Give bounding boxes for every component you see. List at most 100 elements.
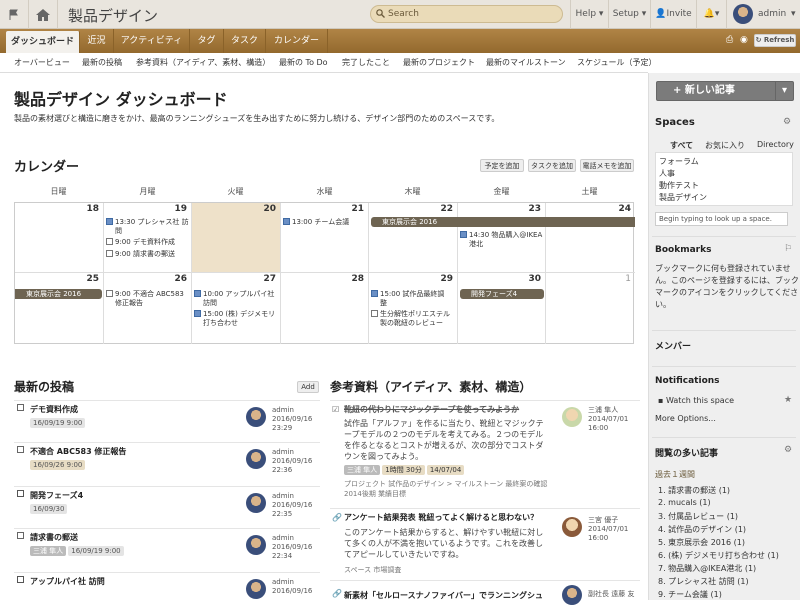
subnav-todo[interactable]: 最新の To Do xyxy=(279,57,328,68)
more-options-link[interactable]: More Options... xyxy=(655,413,716,425)
subnav-done[interactable]: 完了したこと xyxy=(342,57,390,68)
list-item[interactable]: ☑ 靴紐の代わりにマジックテープを使ってみようか 試作品「アルファ」を作るに当た… xyxy=(330,400,640,508)
post-title[interactable]: 請求書の郵送 xyxy=(30,532,78,543)
gear-icon[interactable]: ⚙ xyxy=(784,445,792,455)
tab-calendar[interactable]: カレンダー xyxy=(266,29,328,53)
watch-space-link[interactable]: ▪ Watch this space xyxy=(658,395,734,407)
post-user[interactable]: admin xyxy=(272,578,294,587)
tab-tags[interactable]: タグ xyxy=(190,29,224,53)
star-icon[interactable]: ★ xyxy=(784,395,792,405)
chevron-down-icon[interactable]: ▾ xyxy=(775,82,793,100)
subnav-references[interactable]: 参考資料（アイディア、素材、構造） xyxy=(136,57,270,68)
subnav-milestones[interactable]: 最新のマイルストーン xyxy=(486,57,566,68)
popular-post-item[interactable]: 4. 試作品のデザイン (1) xyxy=(658,524,746,535)
refresh-button[interactable]: ↻ Refresh xyxy=(754,34,796,47)
spaces-tab-all[interactable]: すべて xyxy=(670,140,693,151)
user-menu[interactable]: admin ▾ xyxy=(726,0,800,29)
calendar-event-bar[interactable]: 開発フェーズ4 xyxy=(460,289,544,299)
calendar-day[interactable]: 30 xyxy=(458,273,546,344)
add-post-button[interactable]: Add xyxy=(297,381,319,393)
space-item[interactable]: 製品デザイン xyxy=(659,192,707,203)
notifications-bell-icon[interactable]: 🔔▾ xyxy=(696,0,726,29)
post-title[interactable]: 開発フェーズ4 xyxy=(30,490,83,501)
calendar-event-bar[interactable]: 東京展示会 2016 xyxy=(15,289,102,299)
reference-title[interactable]: 靴紐の代わりにマジックテープを使ってみようか xyxy=(344,404,519,415)
calendar-event[interactable]: 13:00 チーム会議 xyxy=(283,217,349,227)
post-title[interactable]: 不適合 ABC583 修正報告 xyxy=(30,446,126,457)
setup-menu[interactable]: Setup ▾ xyxy=(608,0,650,29)
post-user[interactable]: admin xyxy=(272,534,294,543)
space-item[interactable]: 人事 xyxy=(659,168,675,179)
tab-tasks[interactable]: タスク xyxy=(224,29,266,53)
list-item[interactable]: デモ資料作成 16/09/19 9:00 admin 2016/09/16 23… xyxy=(14,400,320,442)
space-lookup-input[interactable]: Begin typing to look up a space. xyxy=(655,212,788,226)
reference-path-goal[interactable]: 2014後期 業績目標 xyxy=(344,490,406,499)
gear-icon[interactable]: ⚙ xyxy=(783,117,791,127)
popular-period[interactable]: 過去１週間 xyxy=(655,469,695,481)
new-post-button[interactable]: + 新しい記事 ▾ xyxy=(656,81,794,101)
home-icon[interactable] xyxy=(29,0,58,29)
members-title[interactable]: メンバー xyxy=(655,339,691,352)
reference-title[interactable]: 新素材「セルロースナノファイバー」でランニングシュ xyxy=(344,590,543,601)
list-item[interactable]: 🔗 新素材「セルロースナノファイバー」でランニングシュ 副社長 遠藤 友 xyxy=(330,580,640,605)
invite-button[interactable]: 👤Invite xyxy=(650,0,696,29)
tab-activity[interactable]: アクティビティ xyxy=(114,29,190,53)
reference-path[interactable]: プロジェクト 試作品のデザイン > マイルストーン 最終案の確認 xyxy=(344,480,547,489)
post-title[interactable]: アップルパイ社 訪問 xyxy=(30,576,105,587)
reference-user[interactable]: 副社長 遠藤 友 xyxy=(588,590,634,599)
help-menu[interactable]: Help ▾ xyxy=(570,0,608,29)
popular-post-item[interactable]: 7. 物品購入@IKEA港北 (1) xyxy=(658,563,756,574)
list-item[interactable]: 🔗 アンケート結果発表 靴紐ってよく解けると思わない？ このアンケート結果からす… xyxy=(330,508,640,580)
search-input[interactable]: Search xyxy=(370,5,563,23)
calendar-day[interactable]: 18 xyxy=(15,203,104,273)
post-title[interactable]: デモ資料作成 xyxy=(30,404,78,415)
tab-dashboard[interactable]: ダッシュボード xyxy=(6,31,80,53)
calendar-task[interactable]: 9:00 デモ資料作成 xyxy=(106,237,175,247)
calendar-day[interactable]: 21 xyxy=(281,203,369,273)
post-user[interactable]: admin xyxy=(272,448,294,457)
reference-user[interactable]: 三宮 優子 xyxy=(588,516,618,525)
rss-icon[interactable]: ◉ xyxy=(740,35,748,45)
calendar-day[interactable]: 24 xyxy=(546,203,635,273)
list-item[interactable]: 請求書の郵送 三浦 隼人 16/09/19 9:00 admin 2016/09/… xyxy=(14,528,320,572)
list-item[interactable]: 不適合 ABC583 修正報告 16/09/26 9:00 admin 2016… xyxy=(14,442,320,486)
calendar-day[interactable]: 28 xyxy=(281,273,369,344)
reference-space[interactable]: スペース 市場調査 xyxy=(344,566,401,575)
app-title[interactable]: 製品デザイン xyxy=(68,5,158,26)
add-event-button[interactable]: 予定を追加 xyxy=(480,159,524,172)
bookmark-icon[interactable]: ⚐ xyxy=(784,244,792,254)
calendar-day[interactable]: 26 xyxy=(104,273,192,344)
flag-icon[interactable] xyxy=(0,0,29,29)
calendar-day[interactable]: 1 xyxy=(546,273,635,344)
print-icon[interactable]: ⎙ xyxy=(726,35,733,45)
tab-recent[interactable]: 近況 xyxy=(80,29,114,53)
popular-post-item[interactable]: 5. 東京展示会 2016 (1) xyxy=(658,537,745,548)
spaces-tab-favorites[interactable]: お気に入り xyxy=(705,140,745,151)
list-item[interactable]: 開発フェーズ4 16/09/30 admin 2016/09/16 22:35 xyxy=(14,486,320,528)
popular-post-item[interactable]: 3. 付属品レビュー (1) xyxy=(658,511,738,522)
subnav-projects[interactable]: 最新のプロジェクト xyxy=(403,57,475,68)
calendar-day[interactable]: 22 xyxy=(369,203,458,273)
subnav-overview[interactable]: オーバービュー xyxy=(14,57,70,68)
popular-post-item[interactable]: 1. 請求書の郵送 (1) xyxy=(658,485,730,496)
popular-post-item[interactable]: 2. mucals (1) xyxy=(658,498,711,507)
spaces-tab-directory[interactable]: Directory xyxy=(757,140,794,149)
subnav-recent-posts[interactable]: 最新の投稿 xyxy=(82,57,122,68)
space-item[interactable]: フォーラム xyxy=(659,156,699,167)
popular-post-item[interactable]: 8. プレシャス社 訪問 (1) xyxy=(658,576,749,587)
calendar-day-today[interactable]: 20 xyxy=(192,203,281,273)
post-user[interactable]: admin xyxy=(272,406,294,415)
calendar-event-bar[interactable]: 東京展示会 2016 xyxy=(371,217,635,227)
add-phone-memo-button[interactable]: 電話メモを追加 xyxy=(580,159,634,172)
subnav-schedule[interactable]: スケジュール（予定） xyxy=(577,57,656,68)
space-item[interactable]: 動作テスト xyxy=(659,180,699,191)
list-item[interactable]: アップルパイ社 訪問 admin 2016/09/16 xyxy=(14,572,320,600)
post-user[interactable]: admin xyxy=(272,492,294,501)
popular-post-item[interactable]: 9. チーム会議 (1) xyxy=(658,589,722,600)
popular-post-item[interactable]: 6. (株) デジメモリ打ち合わせ (1) xyxy=(658,550,779,561)
calendar-task[interactable]: 9:00 請求書の郵送 xyxy=(106,249,175,259)
reference-title[interactable]: アンケート結果発表 靴紐ってよく解けると思わない？ xyxy=(344,512,538,523)
reference-user[interactable]: 三浦 隼人 xyxy=(588,406,618,415)
add-task-button[interactable]: タスクを追加 xyxy=(528,159,576,172)
calendar-day[interactable]: 25 xyxy=(15,273,104,344)
